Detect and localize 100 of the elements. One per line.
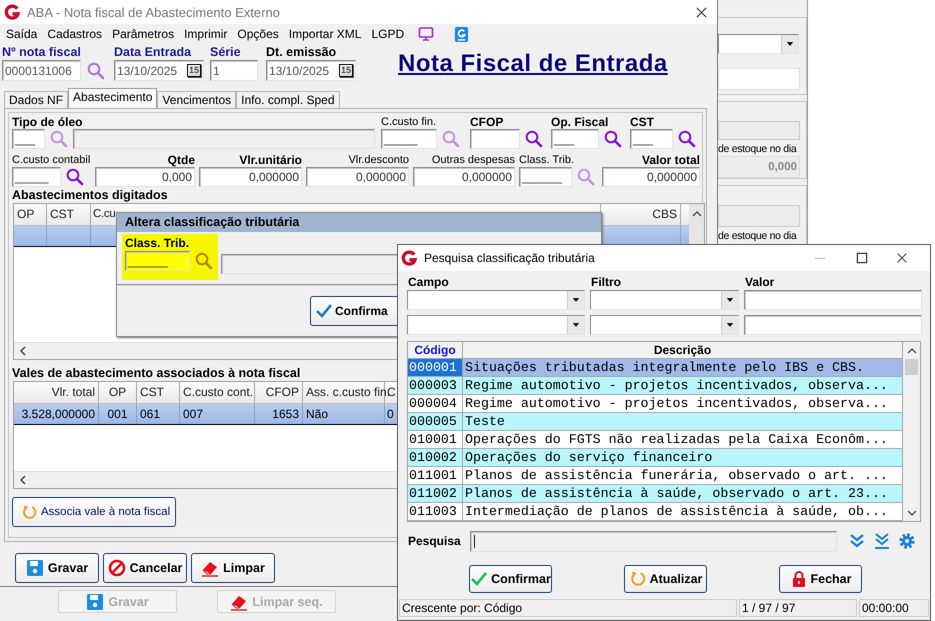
scroll-down-icon[interactable] bbox=[906, 509, 916, 517]
text-field[interactable] bbox=[470, 129, 520, 149]
associate-button[interactable]: Associa vale à nota fiscal bbox=[12, 497, 176, 527]
text-field[interactable]: ______ bbox=[519, 167, 572, 187]
field-label: CFOP bbox=[470, 116, 504, 129]
column-header[interactable]: Vlr. total bbox=[14, 382, 99, 403]
column-header[interactable]: C.custo cont. bbox=[180, 382, 255, 403]
date-field[interactable]: 13/10/2025 15 bbox=[114, 60, 204, 81]
chevron-to-bottom-icon[interactable] bbox=[873, 532, 891, 550]
scrollbar[interactable] bbox=[903, 342, 920, 521]
text-field[interactable]: 1 bbox=[210, 60, 258, 81]
field-label: Vlr.unitário bbox=[238, 154, 302, 167]
scrollbar-thumb[interactable] bbox=[905, 359, 918, 375]
action-button[interactable]: Gravar bbox=[15, 553, 99, 583]
text-field[interactable]: 0,000000 bbox=[306, 167, 409, 187]
text-field[interactable]: ______ bbox=[125, 251, 190, 271]
date-field[interactable]: 13/10/2025 15 bbox=[266, 60, 356, 81]
dropdown-arrow-icon[interactable] bbox=[571, 321, 581, 329]
menu-item[interactable]: Saída bbox=[6, 27, 38, 41]
field-label: Campo bbox=[408, 276, 450, 288]
table-cell: 000003 bbox=[408, 377, 463, 394]
menu-item[interactable]: Imprimir bbox=[184, 27, 228, 41]
table-cell: 011001 bbox=[408, 467, 463, 484]
column-header[interactable]: CST bbox=[137, 382, 180, 403]
window-title: Pesquisa classificação tributária bbox=[424, 251, 596, 265]
status-text: 00:00:00 bbox=[859, 599, 929, 617]
text-field[interactable]: 0,000000 bbox=[602, 167, 700, 187]
tab[interactable]: Info. compl. Sped bbox=[236, 91, 340, 108]
menu-item[interactable]: Opções bbox=[237, 27, 279, 41]
action-button[interactable]: Limpar bbox=[191, 553, 275, 583]
table-row[interactable]: 010002 Operações do serviço financeiro bbox=[408, 449, 903, 467]
dialog-button[interactable]: Atualizar bbox=[624, 565, 707, 593]
search-icon[interactable] bbox=[194, 251, 214, 271]
dropdown-arrow-icon[interactable] bbox=[725, 296, 735, 304]
dropdown-arrow-icon[interactable] bbox=[725, 321, 735, 329]
search-icon[interactable] bbox=[65, 167, 85, 187]
settings-icon[interactable] bbox=[898, 532, 916, 550]
table-cell: 1653 bbox=[255, 404, 303, 424]
search-field[interactable] bbox=[470, 530, 837, 552]
field-label: Valor total bbox=[640, 154, 700, 167]
table-row[interactable]: 000001 Situações tributadas integralmente pelo IBS e CBS. bbox=[408, 359, 903, 377]
text-field[interactable]: _____ bbox=[381, 129, 437, 149]
text-field[interactable]: 0,000000 bbox=[413, 167, 515, 187]
scroll-up-icon[interactable] bbox=[692, 210, 702, 218]
table-cell: 007 bbox=[180, 404, 255, 424]
column-header[interactable]: Código bbox=[408, 342, 463, 358]
text-field[interactable]: ___ bbox=[630, 129, 673, 149]
status-text: Crescente por: Código bbox=[399, 599, 737, 617]
stock-value-field: 0,000 bbox=[718, 156, 800, 178]
search-icon[interactable] bbox=[524, 129, 544, 149]
text-field[interactable]: ___ bbox=[12, 129, 45, 149]
text-field[interactable] bbox=[73, 129, 375, 149]
text-field[interactable] bbox=[744, 315, 922, 335]
search-icon[interactable] bbox=[677, 129, 697, 149]
calendar-button[interactable]: 15 bbox=[338, 64, 353, 77]
menu-item[interactable]: Parâmetros bbox=[112, 27, 174, 41]
dialog-button[interactable]: Fechar bbox=[779, 565, 862, 593]
field-label: Dt. emissão bbox=[266, 44, 338, 60]
text-field[interactable]: 0,000000 bbox=[199, 167, 302, 187]
table-cell: 010002 bbox=[408, 449, 463, 466]
menu-item[interactable]: LGPD bbox=[371, 27, 404, 41]
dropdown-arrow-icon[interactable] bbox=[785, 40, 795, 48]
text-field[interactable] bbox=[718, 205, 800, 227]
table-row[interactable]: 000003 Regime automotivo - projetos incentivados, observa... bbox=[408, 377, 903, 395]
text-field[interactable]: 0000131006 bbox=[2, 60, 81, 81]
table-row[interactable]: 011003 Intermediação de planos de assistência à saúde, ob... bbox=[408, 503, 903, 521]
table-row[interactable]: 000005 Teste bbox=[408, 413, 903, 431]
text-field[interactable] bbox=[744, 290, 922, 310]
scroll-up-icon[interactable] bbox=[906, 347, 916, 355]
double-chevron-down-icon[interactable] bbox=[848, 532, 866, 550]
scroll-left-icon[interactable] bbox=[19, 346, 27, 356]
text-field[interactable]: ___ bbox=[551, 129, 599, 149]
column-header[interactable]: CFOP bbox=[255, 382, 303, 403]
refresh-icon bbox=[21, 504, 38, 520]
action-button[interactable]: Cancelar bbox=[103, 553, 187, 583]
search-icon[interactable] bbox=[86, 60, 106, 80]
maximize-icon[interactable] bbox=[856, 252, 868, 264]
column-header[interactable]: OP bbox=[14, 204, 47, 225]
scroll-left-icon[interactable] bbox=[19, 475, 27, 485]
text-field[interactable]: _____ bbox=[12, 167, 61, 187]
tab[interactable]: Abastecimento bbox=[68, 88, 158, 108]
table-cell: 011002 bbox=[408, 485, 463, 502]
tab[interactable]: Vencimentos bbox=[157, 91, 236, 108]
tab[interactable]: Dados NF bbox=[4, 91, 68, 108]
dialog-button[interactable]: Confirmar bbox=[469, 565, 552, 593]
text-field[interactable]: 0,000 bbox=[95, 167, 195, 187]
search-icon[interactable] bbox=[603, 129, 623, 149]
close-icon[interactable] bbox=[695, 6, 708, 18]
menu-item[interactable]: Importar XML bbox=[288, 27, 362, 41]
field-label: de estoque no dia bbox=[718, 229, 798, 243]
table-row[interactable]: 011002 Planos de assistência à saúde, observado o art. 23... bbox=[408, 485, 903, 503]
text-field[interactable] bbox=[718, 121, 800, 140]
close-icon[interactable] bbox=[896, 252, 908, 264]
dropdown-arrow-icon[interactable] bbox=[571, 296, 581, 304]
column-header[interactable]: CST bbox=[47, 204, 91, 225]
monitor-icon[interactable] bbox=[418, 26, 434, 42]
calendar-button[interactable]: 15 bbox=[186, 64, 201, 77]
menu-item[interactable]: Cadastros bbox=[47, 27, 102, 41]
column-header[interactable]: OP bbox=[99, 382, 137, 403]
app-logo-icon[interactable] bbox=[454, 26, 470, 42]
